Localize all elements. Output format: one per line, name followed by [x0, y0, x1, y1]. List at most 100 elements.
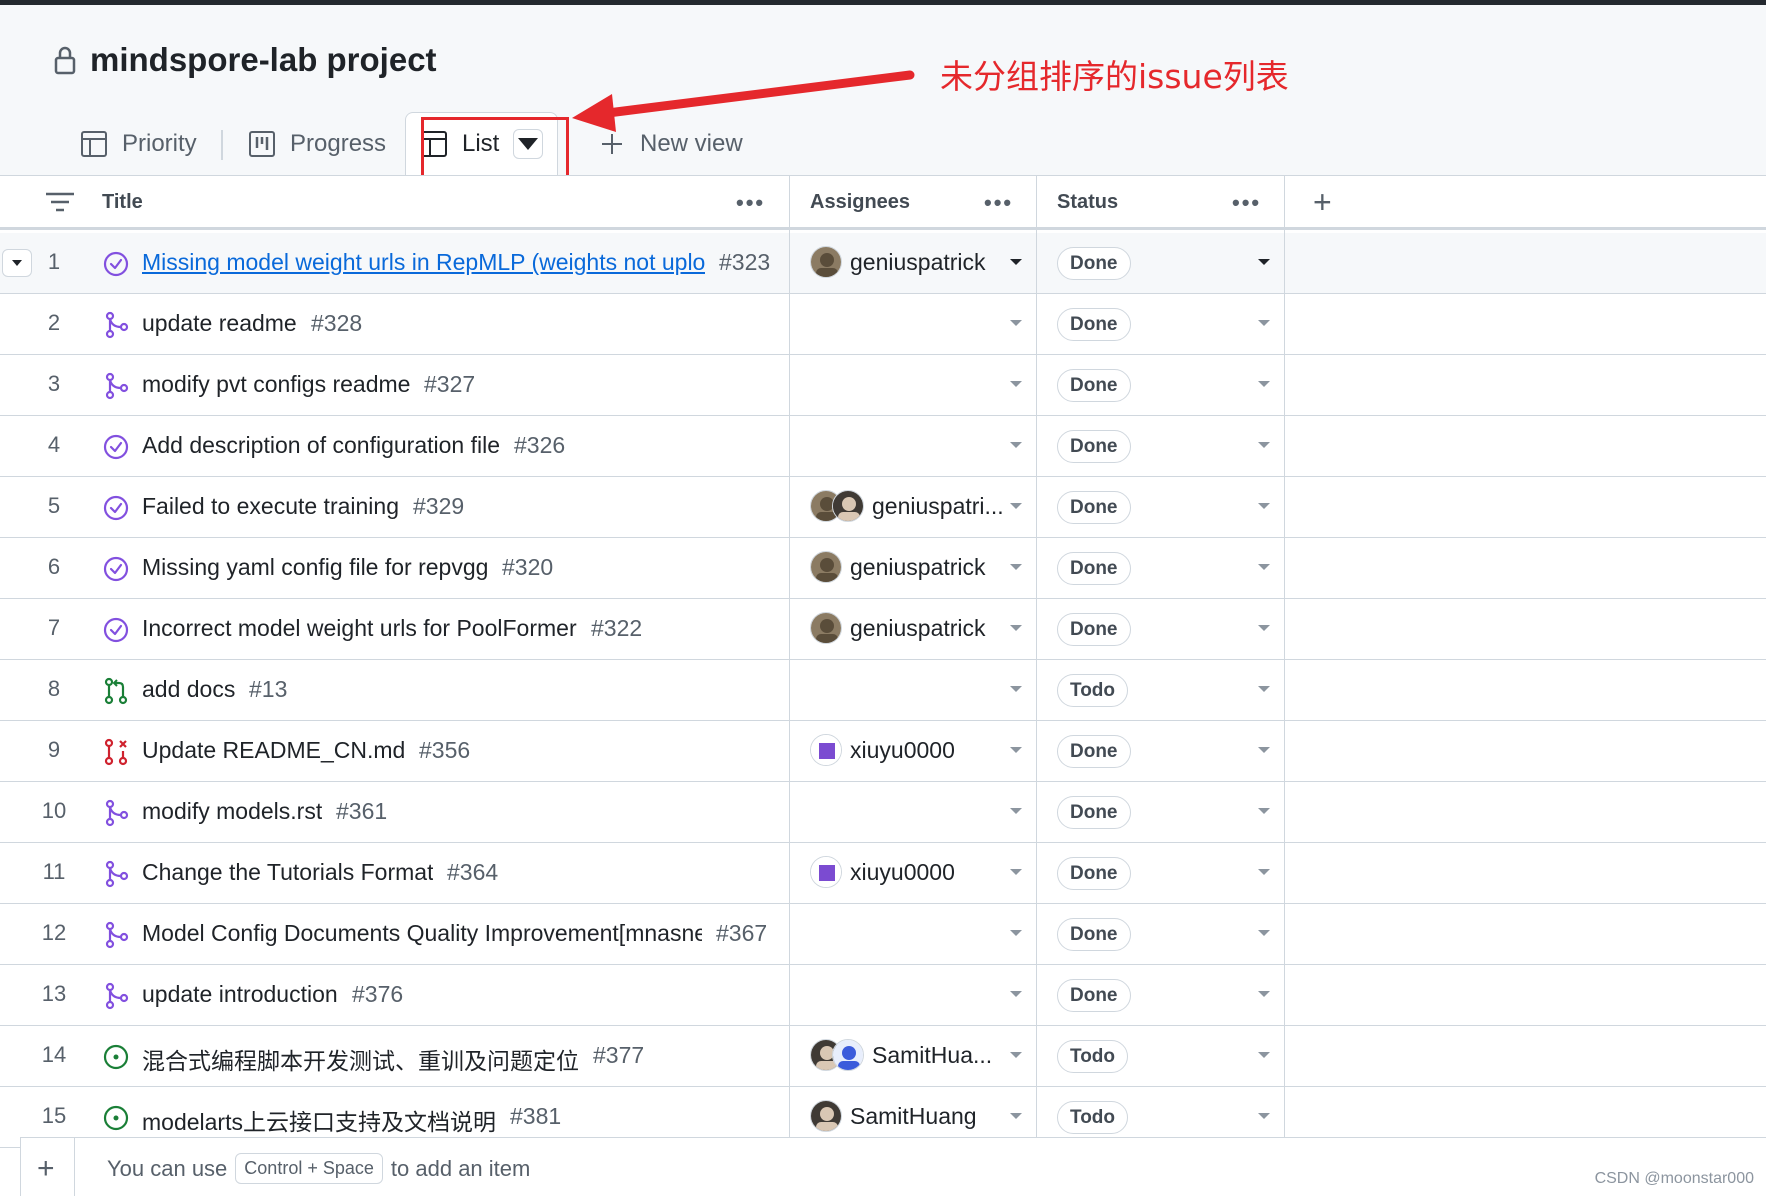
tab-priority[interactable]: Priority — [80, 112, 197, 175]
status-badge[interactable]: Done — [1057, 308, 1131, 341]
status-dropdown-caret[interactable] — [1258, 686, 1270, 692]
status-dropdown-caret[interactable] — [1258, 564, 1270, 570]
add-item-plus-icon[interactable]: + — [37, 1152, 55, 1186]
table-row[interactable]: 5 Failed to execute training #329 geniuspat… — [0, 477, 1766, 538]
row-title[interactable]: modify pvt configs readme — [142, 371, 410, 398]
status-badge[interactable]: Done — [1057, 979, 1131, 1012]
table-row[interactable]: 2 update readme #328 Done — [0, 294, 1766, 355]
assignee-dropdown-caret[interactable] — [1010, 1113, 1022, 1119]
new-view-button[interactable]: New view — [598, 112, 743, 175]
column-header-title[interactable]: Title — [102, 176, 143, 228]
assignee-dropdown-caret[interactable] — [1010, 747, 1022, 753]
row-title[interactable]: Model Config Documents Quality Improveme… — [142, 920, 702, 947]
assignee-cell[interactable]: geniuspatrick — [810, 551, 986, 583]
column-title-menu[interactable]: ••• — [736, 190, 765, 216]
column-header-status[interactable]: Status — [1057, 176, 1118, 228]
column-assignees-menu[interactable]: ••• — [984, 190, 1013, 216]
assignee-dropdown-caret[interactable] — [1010, 686, 1022, 692]
status-dropdown-caret[interactable] — [1258, 1052, 1270, 1058]
assignee-cell[interactable]: xiuyu0000 — [810, 856, 955, 888]
status-badge[interactable]: Done — [1057, 491, 1131, 524]
status-badge[interactable]: Done — [1057, 613, 1131, 646]
row-title[interactable]: update introduction — [142, 981, 338, 1008]
status-badge[interactable]: Done — [1057, 918, 1131, 951]
assignee-dropdown-caret[interactable] — [1010, 259, 1022, 265]
row-title[interactable]: Missing model weight urls in RepMLP (wei… — [142, 249, 705, 276]
status-badge[interactable]: Todo — [1057, 1040, 1129, 1073]
assignee-dropdown-caret[interactable] — [1010, 1052, 1022, 1058]
table-row[interactable]: 8 add docs #13 Todo — [0, 660, 1766, 721]
status-badge[interactable]: Done — [1057, 552, 1131, 585]
status-dropdown-caret[interactable] — [1258, 869, 1270, 875]
table-row[interactable]: 3 modify pvt configs readme #327 Done — [0, 355, 1766, 416]
avatar — [810, 246, 842, 278]
assignee-cell[interactable]: geniuspatrick — [810, 612, 986, 644]
add-item-bar[interactable]: + You can use Control + Space to add an … — [20, 1137, 1766, 1196]
status-dropdown-caret[interactable] — [1258, 259, 1270, 265]
status-badge[interactable]: Todo — [1057, 1101, 1129, 1134]
row-title[interactable]: Missing yaml config file for repvgg — [142, 554, 488, 581]
status-badge[interactable]: Done — [1057, 796, 1131, 829]
status-badge[interactable]: Todo — [1057, 674, 1129, 707]
table-row[interactable]: 11 Change the Tutorials Format #364 xiuyu00… — [0, 843, 1766, 904]
row-title[interactable]: Incorrect model weight urls for PoolForm… — [142, 615, 577, 642]
assignee-cell[interactable]: geniuspatri... — [810, 490, 1004, 522]
status-badge[interactable]: Done — [1057, 430, 1131, 463]
assignee-cell[interactable]: SamitHuang — [810, 1100, 977, 1132]
table-row[interactable]: 7 Incorrect model weight urls for PoolFor… — [0, 599, 1766, 660]
row-title[interactable]: Failed to execute training — [142, 493, 399, 520]
table-row[interactable]: 13 update introduction #376 Done — [0, 965, 1766, 1026]
row-title[interactable]: modify models.rst — [142, 798, 322, 825]
assignee-dropdown-caret[interactable] — [1010, 991, 1022, 997]
status-dropdown-caret[interactable] — [1258, 381, 1270, 387]
assignee-dropdown-caret[interactable] — [1010, 869, 1022, 875]
table-row[interactable]: 6 Missing yaml config file for repvgg #320… — [0, 538, 1766, 599]
status-dropdown-caret[interactable] — [1258, 991, 1270, 997]
table-row[interactable]: 14 混合式编程脚本开发测试、重训及问题定位 #377 SamitHua... Todo — [0, 1026, 1766, 1087]
status-badge[interactable]: Done — [1057, 369, 1131, 402]
status-dropdown-caret[interactable] — [1258, 808, 1270, 814]
row-title[interactable]: Change the Tutorials Format — [142, 859, 433, 886]
row-title[interactable]: 混合式编程脚本开发测试、重训及问题定位 — [142, 1042, 579, 1076]
table-row[interactable]: 1 Missing model weight urls in RepMLP (we… — [0, 233, 1766, 294]
assignee-dropdown-caret[interactable] — [1010, 808, 1022, 814]
assignee-cell[interactable]: xiuyu0000 — [810, 734, 955, 766]
assignee-dropdown-caret[interactable] — [1010, 503, 1022, 509]
assignee-dropdown-caret[interactable] — [1010, 320, 1022, 326]
add-column-button[interactable]: + — [1313, 176, 1332, 228]
column-header-assignees[interactable]: Assignees — [810, 176, 910, 228]
assignee-dropdown-caret[interactable] — [1010, 442, 1022, 448]
row-title[interactable]: add docs — [142, 676, 235, 703]
status-dropdown-caret[interactable] — [1258, 930, 1270, 936]
table-row[interactable]: 10 modify models.rst #361 Done — [0, 782, 1766, 843]
table-row[interactable]: 12 Model Config Documents Quality Improve… — [0, 904, 1766, 965]
row-menu-button[interactable] — [2, 249, 32, 277]
filter-lines-icon[interactable] — [44, 190, 76, 214]
assignee-dropdown-caret[interactable] — [1010, 625, 1022, 631]
avatar — [810, 856, 842, 888]
status-dropdown-caret[interactable] — [1258, 442, 1270, 448]
assignee-dropdown-caret[interactable] — [1010, 564, 1022, 570]
assignee-cell[interactable]: geniuspatrick — [810, 246, 986, 278]
table-row[interactable]: 4 Add description of configuration file #3… — [0, 416, 1766, 477]
status-dropdown-caret[interactable] — [1258, 503, 1270, 509]
row-title[interactable]: update readme — [142, 310, 297, 337]
status-dropdown-caret[interactable] — [1258, 1113, 1270, 1119]
row-number: 15 — [41, 1103, 67, 1128]
row-title[interactable]: Add description of configuration file — [142, 432, 500, 459]
row-title[interactable]: modelarts上云接口支持及文档说明 — [142, 1103, 496, 1137]
status-badge[interactable]: Done — [1057, 247, 1131, 280]
status-dropdown-caret[interactable] — [1258, 320, 1270, 326]
table-row[interactable]: 9 Update README_CN.md #356 xiuyu0000 Done — [0, 721, 1766, 782]
assignee-dropdown-caret[interactable] — [1010, 930, 1022, 936]
status-badge[interactable]: Done — [1057, 735, 1131, 768]
column-status-menu[interactable]: ••• — [1232, 190, 1261, 216]
tab-progress[interactable]: Progress — [248, 112, 386, 175]
status-dropdown-caret[interactable] — [1258, 625, 1270, 631]
row-title[interactable]: Update README_CN.md — [142, 737, 405, 764]
row-number: 11 — [42, 859, 66, 884]
status-badge[interactable]: Done — [1057, 857, 1131, 890]
assignee-cell[interactable]: SamitHua... — [810, 1039, 992, 1071]
assignee-dropdown-caret[interactable] — [1010, 381, 1022, 387]
status-dropdown-caret[interactable] — [1258, 747, 1270, 753]
